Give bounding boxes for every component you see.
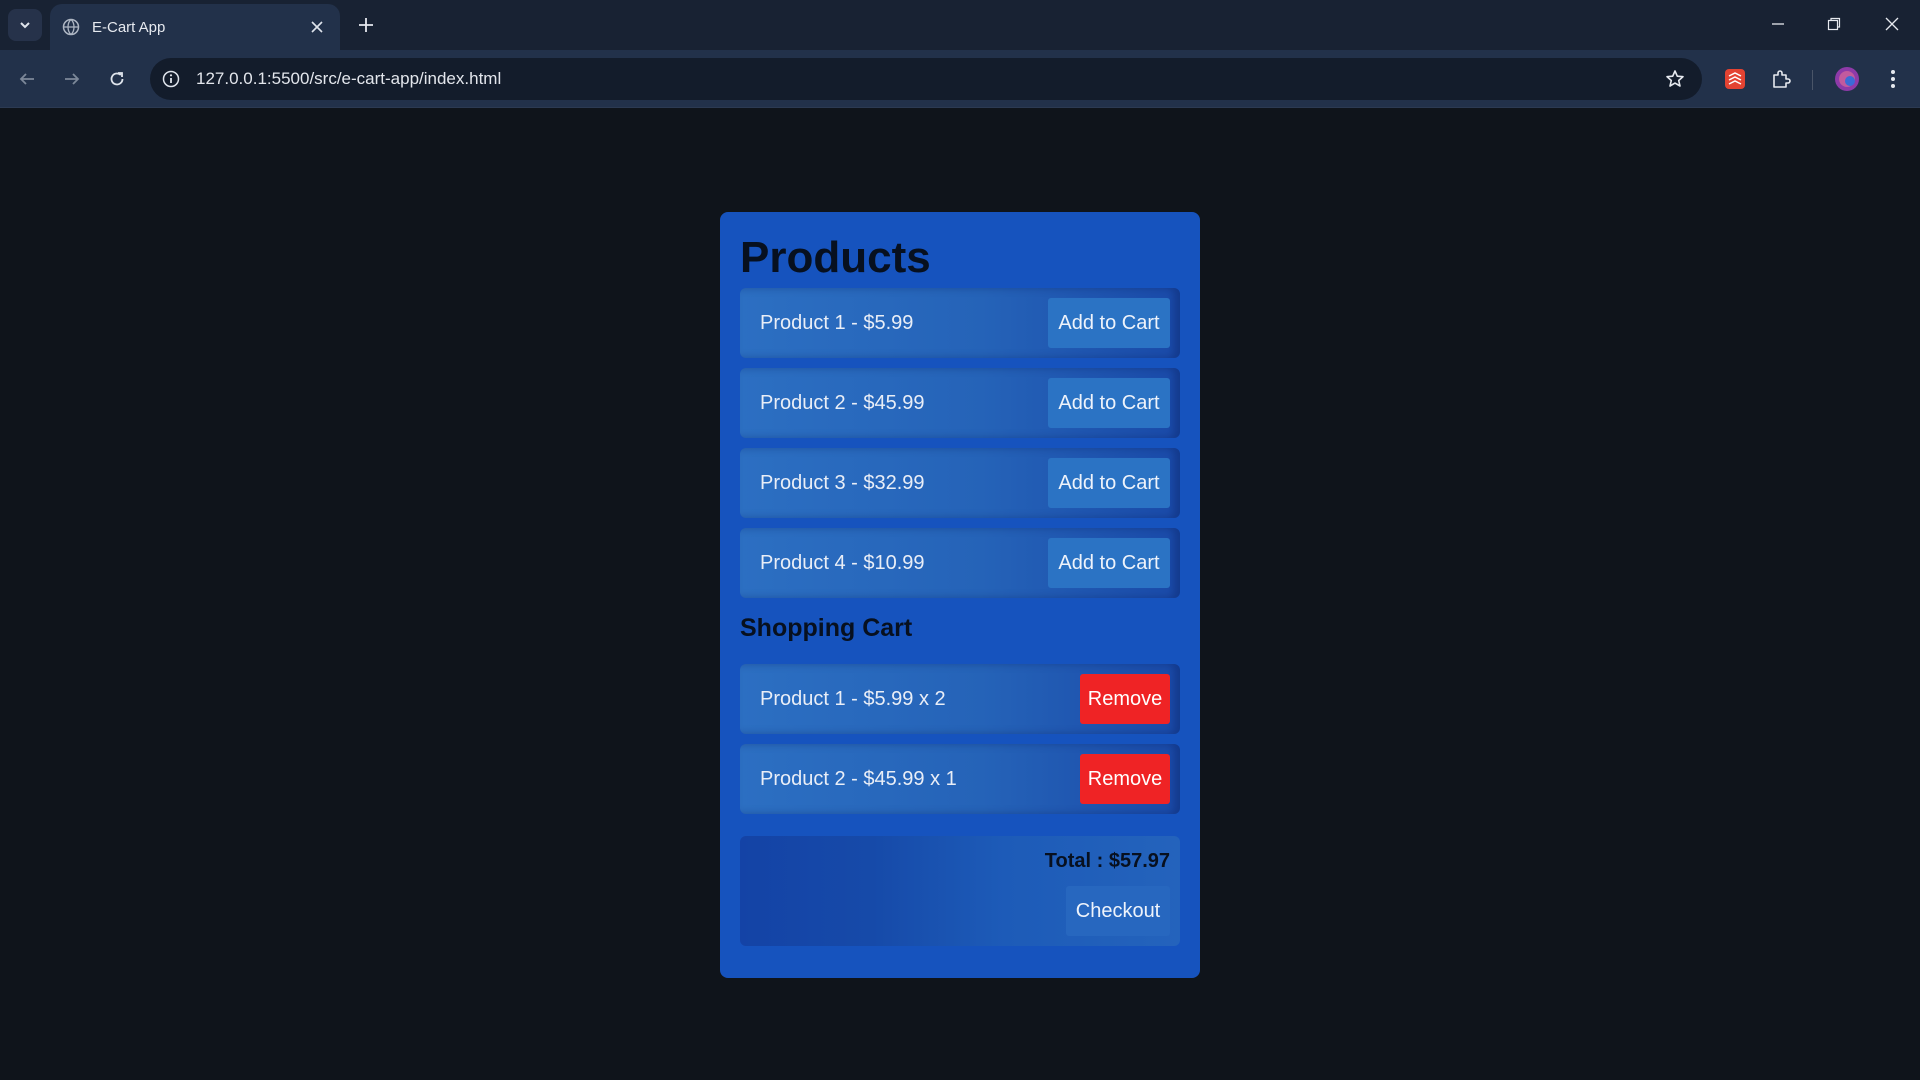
todoist-extension-button[interactable] bbox=[1718, 62, 1752, 96]
product-label: Product 4 - $10.99 bbox=[760, 551, 925, 574]
plus-icon bbox=[359, 18, 373, 32]
product-row: Product 4 - $10.99 Add to Cart bbox=[740, 528, 1180, 598]
cart-item-row: Product 1 - $5.99 x 2 Remove bbox=[740, 664, 1180, 734]
product-label: Product 1 - $5.99 bbox=[760, 311, 914, 334]
close-icon bbox=[311, 21, 323, 33]
product-row: Product 3 - $32.99 Add to Cart bbox=[740, 448, 1180, 518]
minimize-icon bbox=[1772, 23, 1784, 25]
tab-strip: E-Cart App bbox=[0, 0, 1920, 50]
product-label: Product 2 - $45.99 bbox=[760, 391, 925, 414]
avatar bbox=[1835, 67, 1859, 91]
cart-total: Total : $57.97 bbox=[1044, 850, 1170, 872]
restore-button[interactable] bbox=[1806, 0, 1862, 48]
add-to-cart-button[interactable]: Add to Cart bbox=[1048, 538, 1170, 588]
back-button[interactable] bbox=[10, 62, 44, 96]
arrow-right-icon bbox=[65, 73, 80, 85]
close-window-button[interactable] bbox=[1864, 0, 1920, 48]
forward-button[interactable] bbox=[55, 62, 89, 96]
new-tab-button[interactable] bbox=[352, 10, 380, 40]
url-text[interactable]: 127.0.0.1:5500/src/e-cart-app/index.html bbox=[196, 69, 1658, 89]
cart-item-label: Product 1 - $5.99 x 2 bbox=[760, 687, 946, 710]
restore-icon bbox=[1827, 17, 1841, 31]
add-to-cart-button[interactable]: Add to Cart bbox=[1048, 378, 1170, 428]
remove-button[interactable]: Remove bbox=[1080, 674, 1170, 724]
profile-button[interactable] bbox=[1830, 62, 1864, 96]
active-tab[interactable]: E-Cart App bbox=[50, 4, 340, 50]
browser-toolbar: 127.0.0.1:5500/src/e-cart-app/index.html bbox=[0, 50, 1920, 108]
cart-summary: Total : $57.97 Checkout bbox=[740, 836, 1180, 946]
chevron-down-icon bbox=[20, 22, 30, 29]
shopping-cart-heading: Shopping Cart bbox=[740, 614, 913, 642]
ecart-card: Products Product 1 - $5.99 Add to Cart P… bbox=[720, 212, 1200, 978]
browser-menu-button[interactable] bbox=[1876, 62, 1910, 96]
site-info-button[interactable] bbox=[156, 64, 186, 94]
products-heading: Products bbox=[740, 233, 931, 282]
remove-button[interactable]: Remove bbox=[1080, 754, 1170, 804]
star-icon bbox=[1666, 70, 1684, 87]
add-to-cart-button[interactable]: Add to Cart bbox=[1048, 298, 1170, 348]
extensions-button[interactable] bbox=[1764, 62, 1798, 96]
page-viewport: Products Product 1 - $5.99 Add to Cart P… bbox=[0, 109, 1920, 1080]
product-row: Product 1 - $5.99 Add to Cart bbox=[740, 288, 1180, 358]
tab-search-button[interactable] bbox=[8, 9, 42, 41]
arrow-left-icon bbox=[19, 73, 34, 85]
globe-icon bbox=[62, 18, 80, 36]
bookmark-button[interactable] bbox=[1658, 62, 1692, 96]
tab-close-button[interactable] bbox=[304, 14, 330, 40]
puzzle-icon bbox=[1773, 70, 1791, 88]
address-bar[interactable]: 127.0.0.1:5500/src/e-cart-app/index.html bbox=[150, 58, 1702, 100]
kebab-menu-icon bbox=[1891, 70, 1895, 88]
todoist-icon bbox=[1725, 69, 1745, 89]
reload-button[interactable] bbox=[100, 62, 134, 96]
minimize-button[interactable] bbox=[1750, 0, 1806, 48]
checkout-button[interactable]: Checkout bbox=[1066, 886, 1170, 936]
reload-icon bbox=[110, 72, 124, 86]
tab-title: E-Cart App bbox=[92, 18, 166, 36]
product-row: Product 2 - $45.99 Add to Cart bbox=[740, 368, 1180, 438]
product-label: Product 3 - $32.99 bbox=[760, 471, 925, 494]
info-icon bbox=[162, 70, 180, 88]
close-icon bbox=[1885, 17, 1899, 31]
cart-item-row: Product 2 - $45.99 x 1 Remove bbox=[740, 744, 1180, 814]
toolbar-divider bbox=[1812, 70, 1813, 90]
add-to-cart-button[interactable]: Add to Cart bbox=[1048, 458, 1170, 508]
cart-item-label: Product 2 - $45.99 x 1 bbox=[760, 767, 957, 790]
